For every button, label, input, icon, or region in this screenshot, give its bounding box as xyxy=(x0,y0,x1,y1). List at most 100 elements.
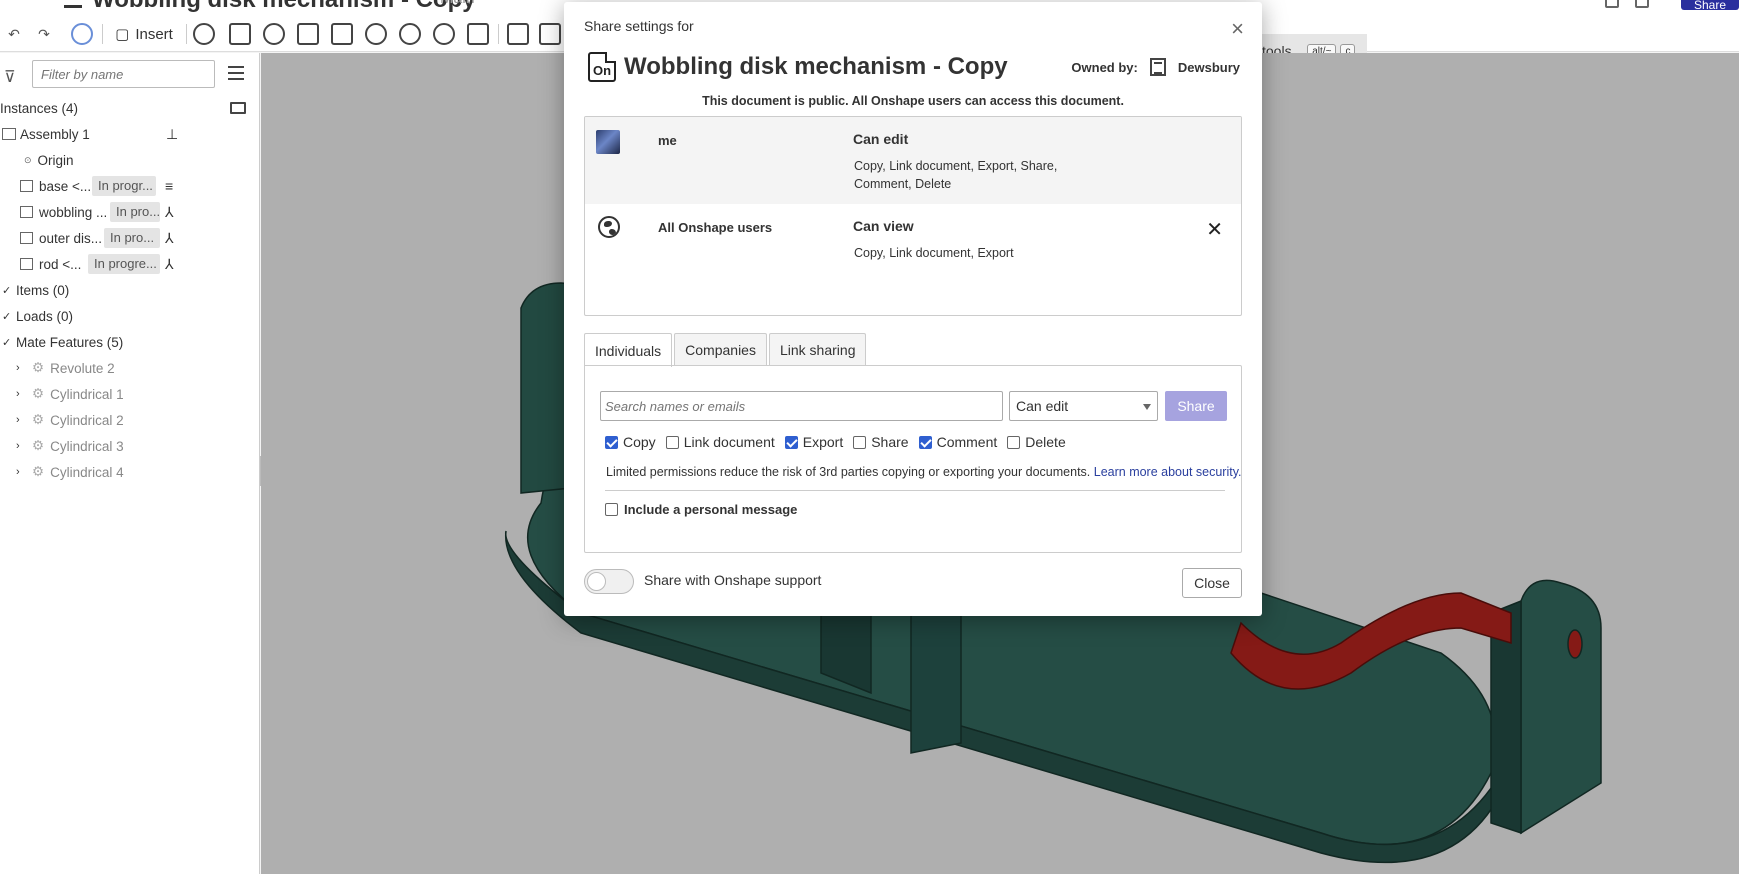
tree-item-rod[interactable]: rod <... In progre... ⅄ xyxy=(0,251,260,277)
instance-list-panel: ⊽ Instances (4) Assembly 1 ⊥ ⊙ Origin ba… xyxy=(0,53,260,874)
owned-by-label: Owned by: xyxy=(1071,59,1138,75)
checkbox-export-box[interactable] xyxy=(784,435,798,449)
chevron-right-icon[interactable]: › xyxy=(16,466,28,478)
remove-permission-icon[interactable]: ✕ xyxy=(1206,217,1223,242)
filter-input[interactable] xyxy=(32,60,215,88)
checkbox-export[interactable]: Export xyxy=(784,434,843,450)
tree-item-outer-disk[interactable]: outer dis... In pro... ⅄ xyxy=(0,225,260,251)
tree-item-assembly[interactable]: Assembly 1 ⊥ xyxy=(0,121,260,147)
checkbox-link-document-box[interactable] xyxy=(665,435,679,449)
split-view-icon[interactable] xyxy=(1635,0,1649,8)
chevron-down-icon[interactable]: ✓ xyxy=(2,284,14,297)
learn-more-link[interactable]: Learn more about security. xyxy=(1094,465,1242,479)
undo-icon[interactable]: ↶ xyxy=(4,22,24,46)
checkbox-comment-box[interactable] xyxy=(918,435,932,449)
mate-item[interactable]: › ⚙ Cylindrical 1 xyxy=(0,381,260,407)
mate-item[interactable]: › ⚙ Cylindrical 3 xyxy=(0,433,260,459)
mate-item[interactable]: › ⚙ Cylindrical 2 xyxy=(0,407,260,433)
redo-icon[interactable]: ↷ xyxy=(34,22,54,46)
group-items[interactable]: ✓ Items (0) xyxy=(0,277,260,303)
support-toggle[interactable] xyxy=(584,569,634,594)
checkbox-comment[interactable]: Comment xyxy=(918,434,997,450)
chevron-right-icon[interactable]: › xyxy=(16,440,28,452)
divider xyxy=(605,490,1225,491)
checkbox-copy-box[interactable] xyxy=(605,435,618,449)
personal-message-option[interactable]: Include a personal message xyxy=(605,502,797,517)
measure-icon[interactable] xyxy=(506,22,530,46)
chevron-down-icon[interactable]: ✓ xyxy=(2,310,14,323)
share-tabs: Individuals Companies Link sharing xyxy=(584,333,867,367)
document-title[interactable]: Wobbling disk mechanism - Copy xyxy=(92,0,476,14)
instance-tree: Instances (4) Assembly 1 ⊥ ⊙ Origin base… xyxy=(0,95,260,485)
mate-label: Cylindrical 3 xyxy=(50,438,124,454)
parallel-mate-icon[interactable] xyxy=(466,22,490,46)
triad-icon[interactable]: ⅄ xyxy=(165,256,174,273)
checkbox-share-box[interactable] xyxy=(853,435,867,449)
branch-label[interactable]: Main xyxy=(440,0,475,8)
mate-label: Revolute 2 xyxy=(50,360,115,376)
chevron-down-icon[interactable]: ✓ xyxy=(2,336,14,349)
checkbox-share[interactable]: Share xyxy=(853,434,909,450)
permission-select-value: Can edit xyxy=(1016,398,1069,414)
search-names-input[interactable] xyxy=(600,391,1003,421)
status-badge: In progre... xyxy=(88,254,160,274)
fixed-icon[interactable]: ≡ xyxy=(165,178,173,194)
tab-link-sharing[interactable]: Link sharing xyxy=(768,333,867,366)
slider-mate-icon[interactable] xyxy=(398,22,422,46)
status-badge: In pro... xyxy=(104,228,160,248)
owner-name: Dewsbury xyxy=(1177,59,1240,75)
permission-select[interactable]: Can edit xyxy=(1009,391,1158,421)
group-loads[interactable]: ✓ Loads (0) xyxy=(0,303,260,329)
personal-message-label: Include a personal message xyxy=(624,502,798,517)
permission-checkboxes: Copy Link document Export Share Comment … xyxy=(605,434,1066,450)
grid-mate-icon[interactable] xyxy=(330,22,354,46)
chevron-right-icon[interactable]: › xyxy=(16,414,28,426)
cylinder-icon[interactable] xyxy=(228,22,252,46)
group-icon[interactable] xyxy=(262,22,286,46)
instances-header[interactable]: Instances (4) xyxy=(0,95,260,121)
mate-item[interactable]: › ⚙ Revolute 2 xyxy=(0,355,260,381)
mate-connector-icon[interactable] xyxy=(70,22,94,46)
tree-item-origin[interactable]: ⊙ Origin xyxy=(0,147,260,173)
replicate-icon[interactable] xyxy=(192,22,216,46)
tab-companies[interactable]: Companies xyxy=(674,333,767,366)
tree-item-base[interactable]: base <... In progr... ≡ xyxy=(0,173,260,199)
checkbox-copy[interactable]: Copy xyxy=(605,434,656,450)
fixed-ground-icon[interactable]: ⊥ xyxy=(166,126,178,143)
new-folder-icon[interactable] xyxy=(230,102,246,114)
triad-icon[interactable]: ⅄ xyxy=(165,230,174,247)
tree-item-wobbling[interactable]: wobbling ... In pro... ⅄ xyxy=(0,199,260,225)
checkbox-link-document[interactable]: Link document xyxy=(665,434,775,450)
mate-icon: ⚙ xyxy=(32,438,45,453)
revolute-mate-icon[interactable] xyxy=(364,22,388,46)
menu-icon[interactable] xyxy=(64,0,82,8)
close-button[interactable]: Close xyxy=(1182,568,1242,598)
personal-message-checkbox[interactable] xyxy=(605,503,618,516)
permissions-list: me Can edit Copy, Link document, Export,… xyxy=(584,116,1242,316)
globe-icon xyxy=(598,216,620,238)
status-badge: In pro... xyxy=(110,202,160,222)
dimension-icon[interactable] xyxy=(538,22,562,46)
group-mate-features[interactable]: ✓ Mate Features (5) xyxy=(0,329,260,355)
share-button[interactable]: Share xyxy=(1165,391,1227,421)
fastened-mate-icon[interactable] xyxy=(296,22,320,46)
checkbox-delete-box[interactable] xyxy=(1007,435,1021,449)
chevron-right-icon[interactable]: › xyxy=(16,388,28,400)
individuals-panel: Can edit Share Copy Link document Export… xyxy=(584,365,1242,553)
layout-icon[interactable] xyxy=(1605,0,1619,8)
list-view-icon[interactable] xyxy=(228,66,244,80)
top-share-button[interactable]: Share xyxy=(1681,0,1739,12)
planar-mate-icon[interactable] xyxy=(432,22,456,46)
triad-icon[interactable]: ⅄ xyxy=(165,204,174,221)
close-icon[interactable]: × xyxy=(1231,18,1244,40)
origin-icon: ⊙ xyxy=(24,154,32,165)
checkbox-delete[interactable]: Delete xyxy=(1007,434,1066,450)
part-studio-icon xyxy=(20,180,33,192)
tab-individuals[interactable]: Individuals xyxy=(584,333,673,367)
filter-icon[interactable]: ⊽ xyxy=(4,67,16,87)
mate-label: Cylindrical 1 xyxy=(50,386,124,402)
mate-item[interactable]: › ⚙ Cylindrical 4 xyxy=(0,459,260,485)
chevron-right-icon[interactable]: › xyxy=(16,362,28,374)
insert-button[interactable]: ▢ Insert xyxy=(110,22,178,46)
public-notice: This document is public. All Onshape use… xyxy=(702,94,1124,108)
